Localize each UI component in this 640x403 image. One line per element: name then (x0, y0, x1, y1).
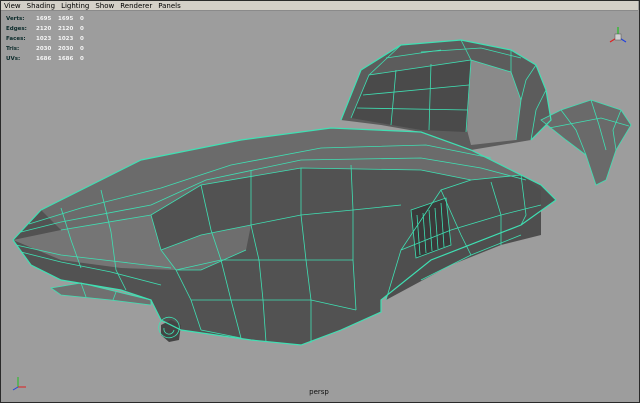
hud-row-faces: Faces: 1023 1023 0 (6, 34, 102, 44)
hud-value: 0 (80, 16, 84, 22)
hud-value: 2120 (58, 26, 74, 32)
camera-name-label: persp (309, 388, 329, 396)
hud-row-verts: Verts: 1695 1695 0 (6, 14, 102, 24)
hud-label: UVs: (6, 56, 21, 62)
hud-value: 1695 (58, 16, 74, 22)
hud-value: 1695 (36, 16, 52, 22)
hud-label: Edges: (6, 26, 27, 32)
menu-show[interactable]: Show (95, 1, 114, 11)
menu-lighting[interactable]: Lighting (61, 1, 89, 11)
hud-value: 1686 (36, 56, 52, 62)
hud-value: 0 (80, 56, 84, 62)
hud-row-tris: Tris: 2030 2030 0 (6, 44, 102, 54)
view-cube-axes-icon[interactable] (609, 27, 627, 43)
hud-value: 1023 (58, 36, 74, 42)
hud-row-uvs: UVs: 1686 1686 0 (6, 54, 102, 64)
hud-value: 1686 (58, 56, 74, 62)
hud-label: Verts: (6, 16, 25, 22)
hud-value: 2030 (36, 46, 52, 52)
poly-count-hud: Verts: 1695 1695 0 Edges: 2120 2120 0 Fa… (6, 14, 102, 64)
hud-label: Faces: (6, 36, 26, 42)
hud-label: Tris: (6, 46, 20, 52)
hud-row-edges: Edges: 2120 2120 0 (6, 24, 102, 34)
perspective-viewport[interactable] (1, 12, 638, 401)
menu-renderer[interactable]: Renderer (120, 1, 152, 11)
hud-value: 0 (80, 46, 84, 52)
menu-shading[interactable]: Shading (27, 1, 55, 11)
hud-value: 0 (80, 36, 84, 42)
hud-value: 0 (80, 26, 84, 32)
panel-menubar: View Shading Lighting Show Renderer Pane… (1, 1, 638, 11)
menu-panels[interactable]: Panels (158, 1, 181, 11)
hud-value: 1023 (36, 36, 52, 42)
hud-value: 2030 (58, 46, 74, 52)
hud-value: 2120 (36, 26, 52, 32)
menu-view[interactable]: View (4, 1, 21, 11)
